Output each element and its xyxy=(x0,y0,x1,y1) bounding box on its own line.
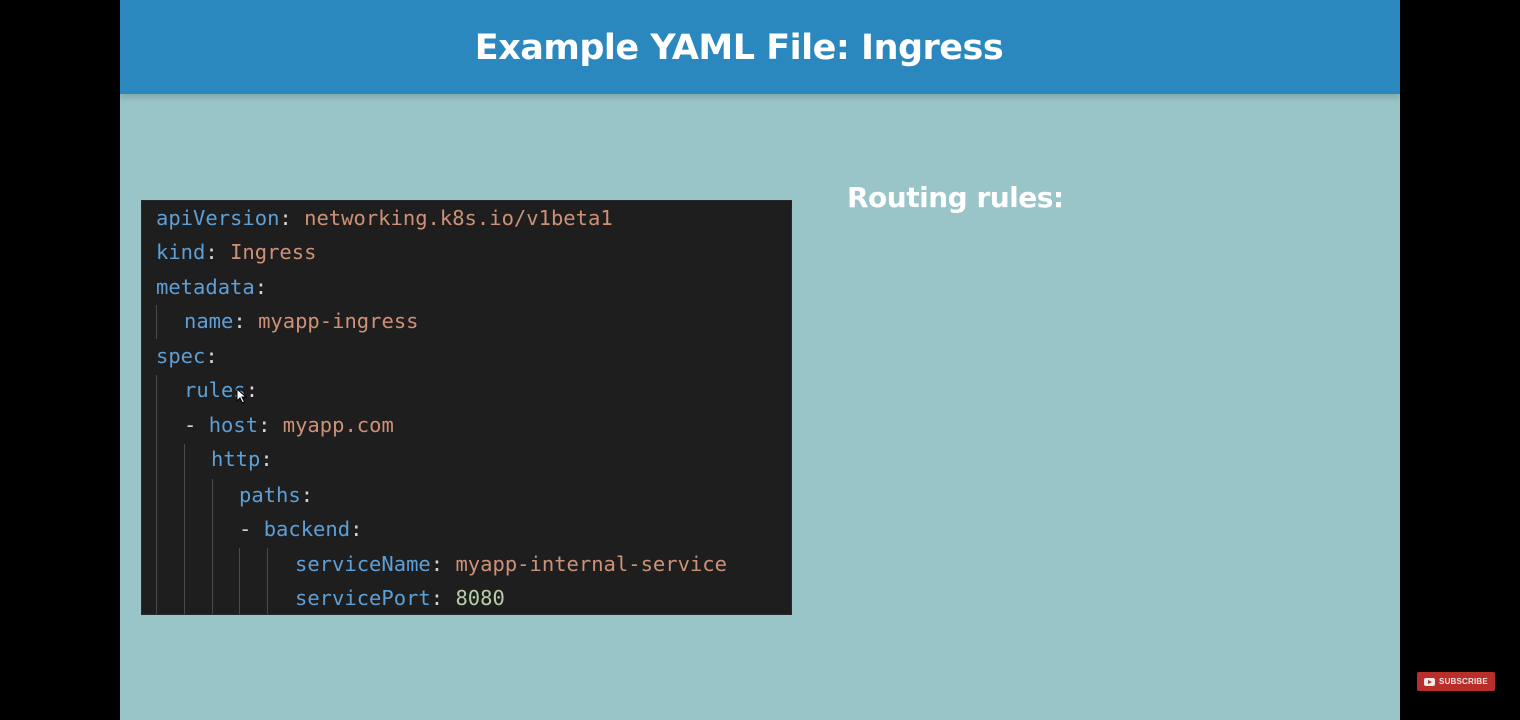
code-line-backend: - backend: xyxy=(239,517,363,541)
yaml-value: 8080 xyxy=(455,586,505,610)
yaml-value: myapp-ingress xyxy=(258,309,419,333)
mouse-cursor-icon xyxy=(236,388,248,404)
yaml-key: metadata xyxy=(156,275,255,299)
code-line-host: - host: myapp.com xyxy=(184,413,394,437)
code-panel: apiVersion: networking.k8s.io/v1beta1 ki… xyxy=(141,200,792,615)
code-line-metadata: metadata: xyxy=(156,275,268,299)
yaml-key: serviceName xyxy=(295,552,431,576)
indent-guide xyxy=(156,375,157,614)
yaml-key: name xyxy=(184,309,234,333)
yaml-key: http xyxy=(211,447,261,471)
code-line-servicename: serviceName: myapp-internal-service xyxy=(295,552,727,576)
code-line-http: http: xyxy=(211,447,273,471)
code-line-name: name: myapp-ingress xyxy=(184,309,419,333)
subscribe-button[interactable]: SUBSCRIBE xyxy=(1417,672,1495,691)
yaml-value: myapp-internal-service xyxy=(455,552,727,576)
slide-title: Example YAML File: Ingress xyxy=(474,28,1004,68)
code-line-kind: kind: Ingress xyxy=(156,240,317,264)
yaml-key: spec xyxy=(156,344,206,368)
code-line-apiversion: apiVersion: networking.k8s.io/v1beta1 xyxy=(156,206,613,230)
code-line-paths: paths: xyxy=(239,483,314,507)
yaml-key: kind xyxy=(156,240,206,264)
slide: Example YAML File: Ingress apiVersion: n… xyxy=(120,0,1400,720)
slide-header: Example YAML File: Ingress xyxy=(120,0,1400,94)
indent-guide xyxy=(212,479,213,614)
code-line-spec: spec: xyxy=(156,344,218,368)
code-line-serviceport: servicePort: 8080 xyxy=(295,586,505,610)
yaml-key: backend xyxy=(263,517,351,541)
indent-guide xyxy=(184,444,185,614)
subscribe-label: SUBSCRIBE xyxy=(1439,677,1488,686)
yaml-key: apiVersion xyxy=(156,206,280,230)
indent-guide xyxy=(156,305,157,339)
yaml-key: host xyxy=(208,413,259,437)
indent-guide xyxy=(267,548,268,614)
yaml-key: servicePort xyxy=(295,586,431,610)
play-icon xyxy=(1424,677,1436,686)
yaml-key: paths xyxy=(239,483,301,507)
routing-rules-heading: Routing rules: xyxy=(847,181,1064,214)
indent-guide xyxy=(239,548,240,614)
yaml-value: Ingress xyxy=(230,240,317,264)
yaml-value: networking.k8s.io/v1beta1 xyxy=(304,206,613,230)
yaml-value: myapp.com xyxy=(282,413,394,437)
